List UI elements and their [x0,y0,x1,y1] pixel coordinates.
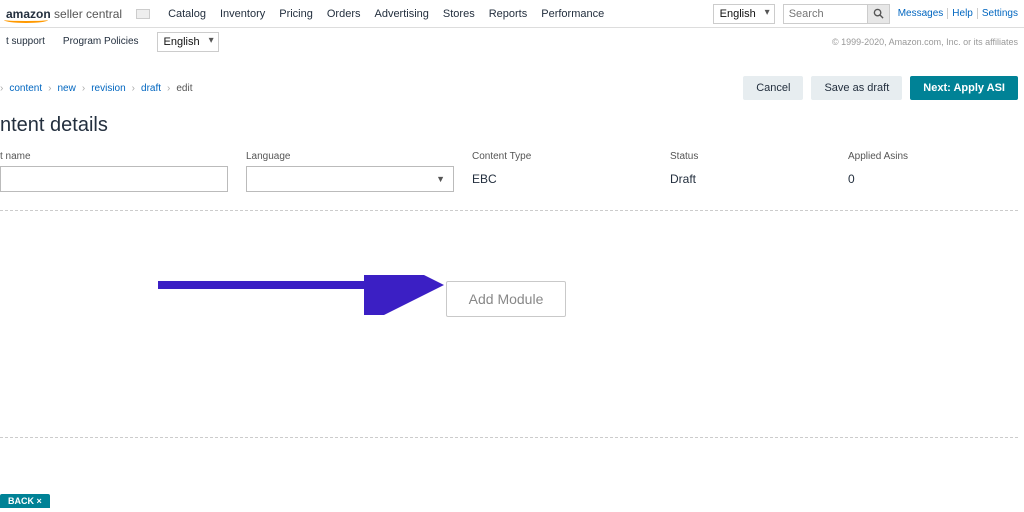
top-nav-right: English Messages Help Settings [713,4,1018,24]
top-nav: amazon seller central Catalog Inventory … [0,0,1024,28]
sub-nav: t support Program Policies English © 199… [0,28,1024,56]
link-messages[interactable]: Messages [898,8,944,19]
language-select-sub-value: English [164,36,200,48]
crumb-edit: edit [176,83,192,94]
field-language: Language [246,151,454,192]
flag-icon[interactable] [136,9,150,19]
field-applied-asins: Applied Asins 0 [848,151,1008,192]
brand-part2: seller central [51,7,122,21]
language-label: Language [246,151,454,162]
page-title: ntent details [0,106,1024,151]
search-button[interactable] [868,4,890,24]
link-settings[interactable]: Settings [977,8,1018,19]
content-name-label: t name [0,151,228,162]
content-name-input[interactable] [0,166,228,192]
brand-logo: amazon seller central [0,7,128,21]
link-help[interactable]: Help [947,8,973,19]
page-actions: Cancel Save as draft Next: Apply ASI [743,76,1018,100]
copyright-text: © 1999-2020, Amazon.com, Inc. or its aff… [832,37,1018,47]
add-module-button[interactable]: Add Module [446,281,567,317]
save-as-draft-button[interactable]: Save as draft [811,76,902,100]
nav-orders[interactable]: Orders [327,8,361,20]
nav-stores[interactable]: Stores [443,8,475,20]
language-select-sub[interactable]: English [157,32,219,52]
status-value: Draft [670,166,830,186]
content-type-label: Content Type [472,151,652,162]
cancel-button[interactable]: Cancel [743,76,803,100]
chevron-right-icon: › [0,83,3,94]
chevron-right-icon: › [132,83,135,94]
search-input[interactable] [783,4,868,24]
chevron-right-icon: › [48,83,51,94]
subnav-program-policies[interactable]: Program Policies [63,36,139,47]
language-select[interactable] [246,166,454,192]
crumb-content[interactable]: content [9,83,42,94]
language-select-top[interactable]: English [713,4,775,24]
sub-nav-left: t support Program Policies English [6,32,219,52]
crumb-revision[interactable]: revision [91,83,125,94]
content-type-value: EBC [472,166,652,186]
nav-catalog[interactable]: Catalog [168,8,206,20]
nav-inventory[interactable]: Inventory [220,8,265,20]
chevron-right-icon: › [167,83,170,94]
field-content-name: t name [0,151,228,192]
module-zone: Add Module [0,211,1018,438]
status-label: Status [670,151,830,162]
brand-part1: amazon [6,7,51,21]
applied-asins-label: Applied Asins [848,151,1008,162]
nav-advertising[interactable]: Advertising [374,8,428,20]
subnav-support[interactable]: t support [6,36,45,47]
nav-pricing[interactable]: Pricing [279,8,313,20]
applied-asins-value: 0 [848,166,1008,186]
nav-reports[interactable]: Reports [489,8,528,20]
search-icon [873,8,884,19]
content-details: t name Language Content Type EBC Status … [0,151,1018,211]
chevron-right-icon: › [82,83,85,94]
back-button[interactable]: BACK × [0,494,50,508]
action-row: › content › new › revision › draft › edi… [0,56,1024,106]
breadcrumb: › content › new › revision › draft › edi… [0,83,193,94]
crumb-draft[interactable]: draft [141,83,161,94]
nav-performance[interactable]: Performance [541,8,604,20]
field-content-type: Content Type EBC [472,151,652,192]
language-select-top-value: English [720,8,756,20]
top-utility-links: Messages Help Settings [898,8,1018,19]
search-wrap [783,4,890,24]
primary-nav: Catalog Inventory Pricing Orders Adverti… [168,8,604,20]
field-status: Status Draft [670,151,830,192]
crumb-new[interactable]: new [58,83,76,94]
next-apply-asins-button[interactable]: Next: Apply ASI [910,76,1018,100]
